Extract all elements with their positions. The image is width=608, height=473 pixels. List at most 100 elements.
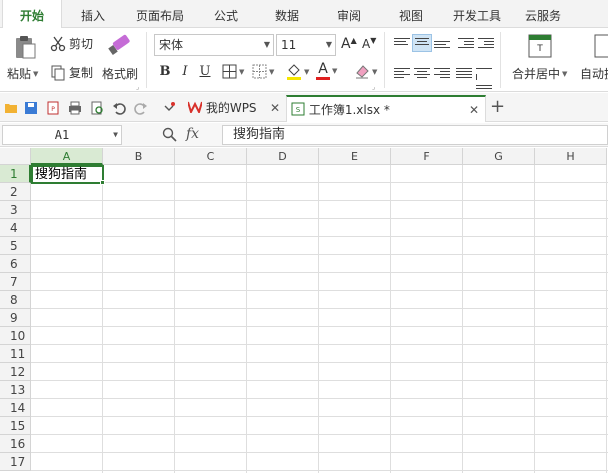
chevron-down-icon: ▼	[332, 67, 338, 75]
tab-page-layout[interactable]: 页面布局	[126, 0, 194, 28]
scissors-icon	[50, 36, 66, 51]
column-header[interactable]: A	[31, 148, 103, 165]
tab-workbook1[interactable]: S 工作簿1.xlsx * ✕	[286, 95, 486, 122]
row-header[interactable]: 11	[0, 345, 31, 363]
auto-wrap-icon-button[interactable]	[594, 34, 608, 58]
cut-button[interactable]: 剪切	[50, 35, 93, 52]
tab-view[interactable]: 视图	[382, 0, 440, 28]
justify-icon[interactable]	[456, 66, 472, 80]
merge-center-label: 合并居中	[512, 67, 561, 81]
row-header[interactable]: 6	[0, 255, 31, 273]
distributed-align-icon[interactable]	[476, 66, 492, 89]
merge-center-button[interactable]: 合并居中 ▼	[512, 65, 567, 82]
align-right-icon[interactable]	[434, 66, 450, 80]
column-header[interactable]: B	[103, 148, 175, 165]
grow-font-button[interactable]: A ▲	[341, 36, 357, 53]
tab-developer[interactable]: 开发工具	[444, 0, 510, 28]
font-size-select[interactable]: 11 ▼	[276, 34, 336, 56]
tab-formulas[interactable]: 公式	[198, 0, 254, 28]
row-header[interactable]: 5	[0, 237, 31, 255]
format-painter-button[interactable]	[104, 32, 134, 58]
wps-logo-icon	[187, 101, 203, 115]
chevron-down-icon: ▼	[269, 67, 275, 76]
cell-area[interactable]	[31, 165, 608, 473]
cell-style-button[interactable]: ▼	[252, 64, 274, 79]
column-header[interactable]: E	[319, 148, 391, 165]
row-header[interactable]: 12	[0, 363, 31, 381]
close-icon[interactable]: ✕	[469, 97, 479, 124]
font-name-select[interactable]: 宋体 ▼	[154, 34, 274, 56]
formula-input[interactable]: 搜狗指南	[222, 125, 608, 145]
align-top-icon[interactable]	[394, 36, 410, 50]
menu-tab-bar: 开始 插入 页面布局 公式 数据 审阅 视图 开发工具 云服务	[0, 0, 608, 29]
clipboard-icon	[16, 36, 36, 59]
fx-button[interactable]: fx	[186, 126, 199, 142]
tab-cloud-service[interactable]: 云服务	[514, 0, 572, 28]
zoom-formula-icon[interactable]	[162, 127, 177, 142]
row-header[interactable]: 14	[0, 399, 31, 417]
column-header[interactable]: C	[175, 148, 247, 165]
paste-button[interactable]	[8, 34, 42, 60]
customize-toolbar-icon[interactable]	[162, 101, 176, 115]
row-header[interactable]: 10	[0, 327, 31, 345]
undo-icon[interactable]	[112, 101, 126, 115]
column-header[interactable]: G	[463, 148, 535, 165]
row-header[interactable]: 13	[0, 381, 31, 399]
column-header[interactable]: D	[247, 148, 319, 165]
align-middle-icon[interactable]	[412, 34, 432, 52]
active-cell-a1[interactable]: 搜狗指南	[31, 165, 104, 184]
folder-icon[interactable]	[4, 101, 18, 115]
row-header[interactable]: 16	[0, 435, 31, 453]
print-preview-icon[interactable]	[90, 101, 104, 115]
font-color-button[interactable]: A ▼	[316, 62, 337, 80]
copy-button[interactable]: 复制	[50, 64, 93, 81]
redo-icon[interactable]	[134, 101, 148, 115]
tab-home[interactable]: 开始	[2, 0, 62, 29]
row-header[interactable]: 15	[0, 417, 31, 435]
fill-handle[interactable]	[100, 180, 105, 185]
new-tab-plus-icon[interactable]: +	[490, 95, 505, 119]
row-header[interactable]: 8	[0, 291, 31, 309]
borders-button[interactable]: ▼	[222, 64, 244, 79]
clipboard-group-launcher-icon[interactable]: ⌟	[136, 83, 139, 91]
chevron-down-icon: ▼	[239, 67, 245, 76]
close-icon[interactable]: ✕	[270, 95, 280, 122]
italic-button[interactable]: I	[176, 63, 194, 81]
tab-insert[interactable]: 插入	[64, 0, 122, 28]
align-left-icon[interactable]	[394, 66, 410, 80]
auto-wrap-button[interactable]: 自动换	[580, 65, 608, 82]
copy-icon	[51, 65, 65, 80]
print-icon[interactable]	[68, 101, 82, 115]
row-header[interactable]: 7	[0, 273, 31, 291]
tab-review[interactable]: 审阅	[320, 0, 378, 28]
bold-button[interactable]: B	[156, 63, 174, 81]
row-header[interactable]: 4	[0, 219, 31, 237]
decrease-indent-icon[interactable]	[458, 36, 474, 50]
increase-indent-icon[interactable]	[478, 36, 494, 50]
paint-bucket-icon	[287, 64, 301, 80]
tab-my-wps[interactable]: 我的WPS ✕	[184, 95, 284, 122]
row-header[interactable]: 17	[0, 453, 31, 471]
fill-color-button[interactable]: ▼	[286, 63, 309, 80]
save-icon[interactable]	[24, 101, 38, 115]
align-bottom-icon[interactable]	[434, 36, 450, 50]
paste-label-button[interactable]: 粘贴 ▼	[7, 65, 38, 82]
merge-center-icon-button[interactable]: T	[528, 34, 552, 58]
column-header[interactable]: H	[535, 148, 607, 165]
merge-cells-icon: T	[528, 34, 552, 58]
underline-button[interactable]: U	[196, 63, 214, 81]
name-box[interactable]: A1 ▼	[2, 125, 122, 145]
tab-data[interactable]: 数据	[258, 0, 316, 28]
align-center-icon[interactable]	[414, 66, 430, 80]
clear-format-button[interactable]: ▼	[354, 63, 377, 80]
row-header[interactable]: 3	[0, 201, 31, 219]
row-header[interactable]: 1	[0, 165, 31, 183]
shrink-font-button[interactable]: A ▼	[362, 36, 376, 52]
font-group-launcher-icon[interactable]: ⌟	[372, 83, 375, 91]
row-header[interactable]: 9	[0, 309, 31, 327]
format-painter-label-button[interactable]: 格式刷	[102, 65, 138, 82]
export-pdf-icon[interactable]: P	[46, 101, 60, 115]
select-all-corner[interactable]	[0, 148, 31, 165]
row-header[interactable]: 2	[0, 183, 31, 201]
column-header[interactable]: F	[391, 148, 463, 165]
